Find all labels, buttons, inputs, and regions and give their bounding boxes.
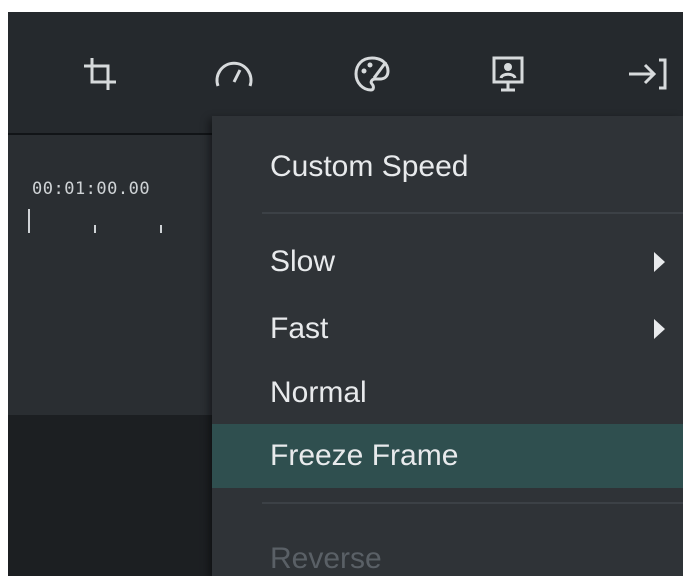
timeline-ruler[interactable]: 00:01:00.00: [8, 135, 213, 415]
menu-item-label: Normal: [270, 376, 367, 409]
color-button[interactable]: [348, 50, 396, 98]
crop-button[interactable]: [76, 50, 124, 98]
speed-button[interactable]: [210, 50, 258, 98]
green-screen-button[interactable]: [484, 50, 532, 98]
speed-gauge-icon: [212, 54, 256, 94]
crop-icon: [80, 54, 120, 94]
editor-window: 00:01:00.00 Custom Speed Slow Fast Norma…: [8, 12, 683, 576]
menu-item-slow[interactable]: Slow: [212, 231, 683, 293]
menu-item-label: Fast: [270, 312, 329, 345]
export-arrow-icon: [625, 54, 669, 94]
export-button[interactable]: [623, 50, 671, 98]
green-screen-icon: [488, 54, 528, 94]
menu-item-normal[interactable]: Normal: [212, 362, 683, 424]
submenu-arrow-icon: [654, 319, 665, 339]
ruler-tick: [94, 225, 96, 233]
timeline-track-area[interactable]: [8, 415, 213, 576]
menu-separator: [262, 502, 683, 504]
ruler-tick: [160, 225, 162, 233]
menu-item-label: Reverse: [270, 542, 382, 575]
speed-context-menu: Custom Speed Slow Fast Normal Freeze Fra…: [212, 116, 683, 576]
timecode-label: 00:01:00.00: [32, 179, 151, 199]
menu-item-label: Custom Speed: [270, 150, 469, 183]
menu-item-label: Freeze Frame: [270, 439, 459, 472]
menu-item-label: Slow: [270, 245, 336, 278]
menu-separator: [262, 212, 683, 214]
toolbar: [8, 12, 683, 133]
ruler-tick: [28, 209, 30, 233]
menu-item-fast[interactable]: Fast: [212, 298, 683, 360]
menu-item-custom-speed[interactable]: Custom Speed: [212, 136, 683, 198]
menu-item-freeze-frame[interactable]: Freeze Frame: [212, 424, 683, 488]
color-palette-icon: [352, 54, 392, 94]
menu-item-reverse: Reverse: [212, 528, 683, 576]
submenu-arrow-icon: [654, 252, 665, 272]
